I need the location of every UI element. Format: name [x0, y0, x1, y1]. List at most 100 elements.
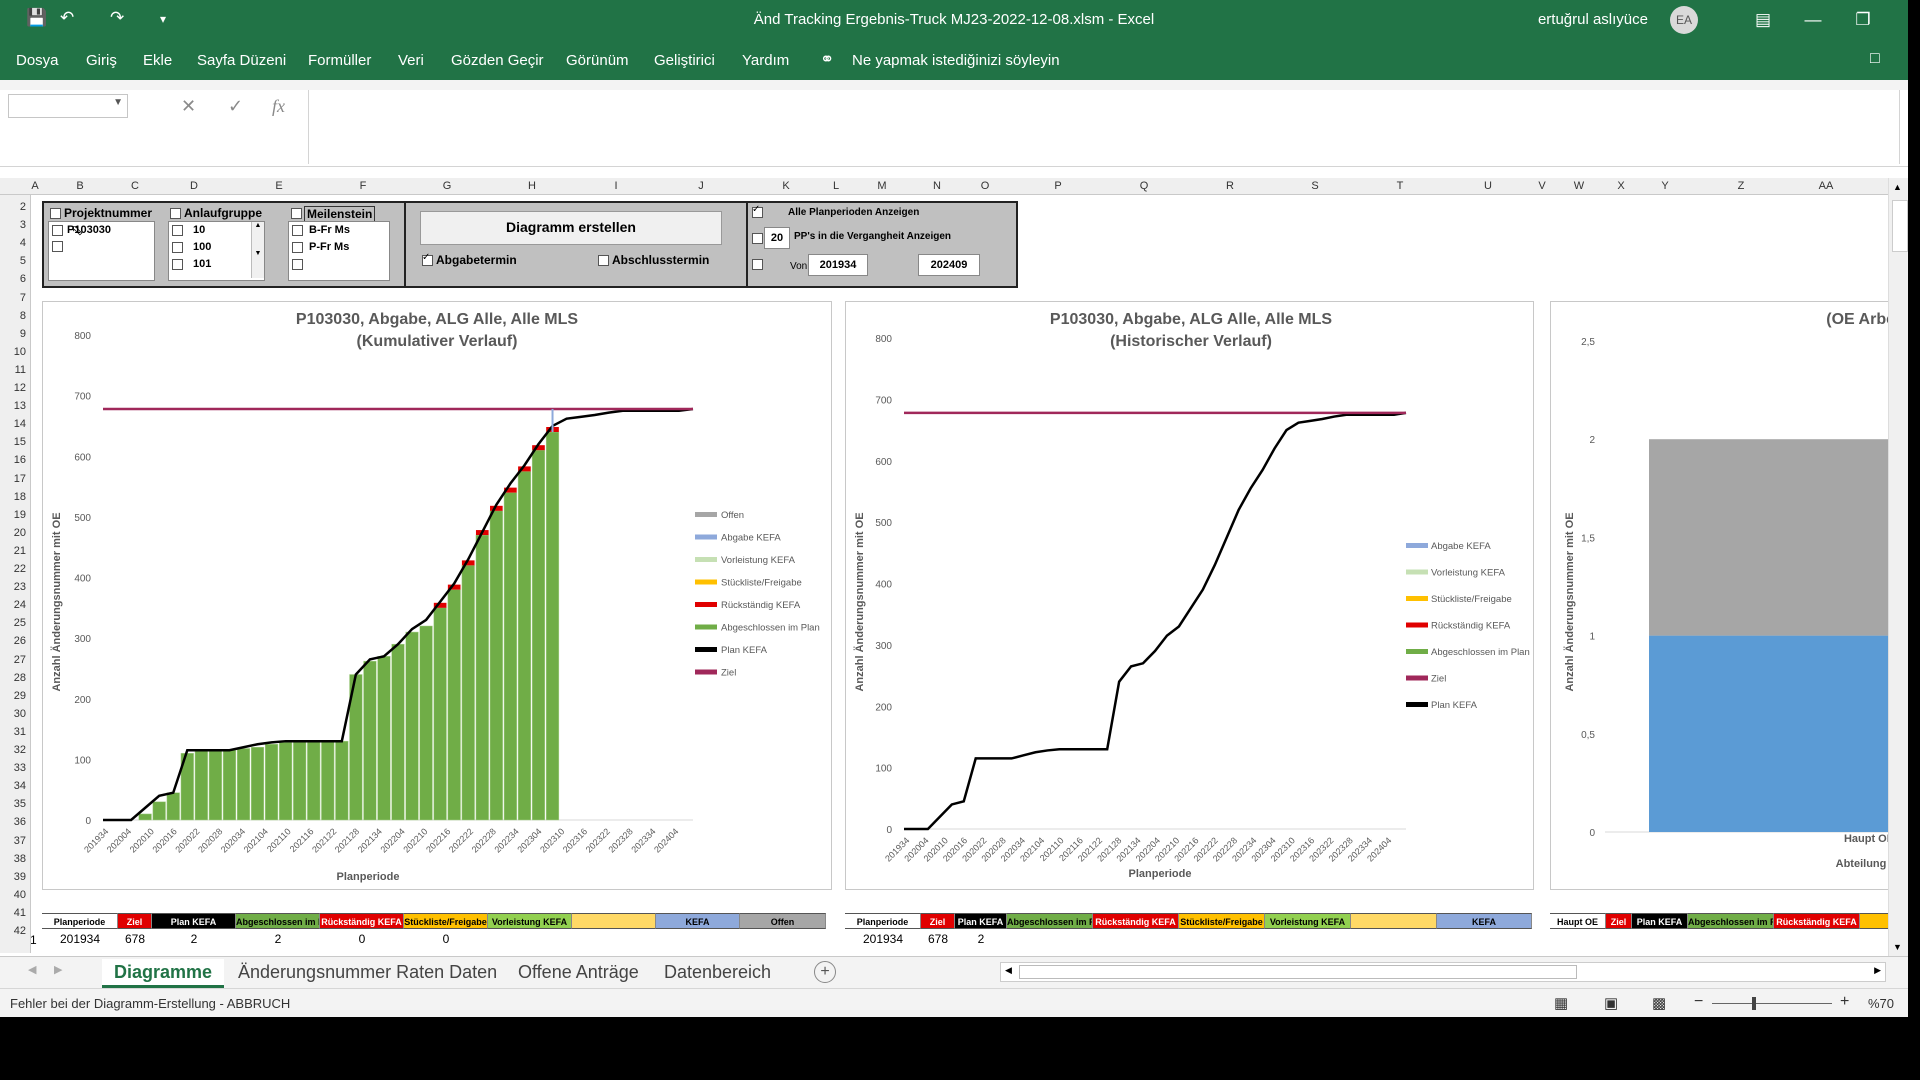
table-cell[interactable]: 678	[118, 931, 152, 947]
row-header[interactable]: 37	[14, 835, 26, 847]
scroll-down-icon[interactable]: ▼	[1893, 942, 1902, 952]
page-layout-icon[interactable]: ▣	[1604, 994, 1618, 1012]
row-header[interactable]: 21	[14, 545, 26, 557]
meilenstein-item[interactable]: P-Fr Ms	[309, 241, 349, 253]
projektnummer-checkbox[interactable]	[50, 208, 61, 219]
chart-historisch[interactable]: P103030, Abgabe, ALG Alle, Alle MLS (His…	[845, 301, 1534, 890]
tab-datenbereich[interactable]: Datenbereich	[664, 959, 771, 985]
comments-icon[interactable]: □	[1870, 50, 1880, 68]
row-header[interactable]: 19	[14, 509, 26, 521]
column-header[interactable]: I	[614, 180, 617, 192]
projektnummer-list[interactable]: P103030 ⬁	[48, 221, 155, 281]
menu-formuller[interactable]: Formüller	[308, 52, 371, 69]
row-header[interactable]: 26	[14, 635, 26, 647]
table-cell[interactable]: 0	[320, 931, 404, 947]
row-header[interactable]: 39	[14, 871, 26, 883]
row-header[interactable]: 7	[20, 292, 26, 304]
scroll-right-icon[interactable]: ▶	[1874, 965, 1881, 976]
column-header[interactable]: F	[360, 180, 367, 192]
column-header[interactable]: L	[833, 180, 839, 192]
column-header[interactable]: P	[1054, 180, 1061, 192]
column-header[interactable]: O	[981, 180, 990, 192]
column-header[interactable]: R	[1226, 180, 1234, 192]
row-header[interactable]: 11	[15, 364, 26, 376]
row-header[interactable]: 38	[14, 853, 26, 865]
column-header[interactable]: Z	[1738, 180, 1745, 192]
tab-aenderungsnummer-raten-daten[interactable]: Änderungsnummer Raten Daten	[238, 959, 497, 985]
zoom-level[interactable]: %70	[1868, 996, 1894, 1011]
row-header[interactable]: 23	[14, 581, 26, 593]
meilenstein-item-checkbox[interactable]	[292, 225, 303, 236]
bis-input[interactable]: 202409	[918, 254, 980, 276]
projektnummer-item-checkbox[interactable]	[52, 241, 63, 252]
row-header[interactable]: 34	[14, 780, 26, 792]
row-header[interactable]: 35	[14, 798, 26, 810]
menu-gozden-gecir[interactable]: Gözden Geçir	[451, 52, 544, 69]
table-cell[interactable]	[1093, 931, 1179, 947]
row-header[interactable]: 22	[14, 563, 26, 575]
meilenstein-item[interactable]: B-Fr Ms	[309, 224, 350, 236]
menu-gelistirici[interactable]: Geliştirici	[654, 52, 715, 69]
row-header[interactable]: 10	[14, 346, 26, 358]
meilenstein-checkbox[interactable]	[291, 208, 302, 219]
column-header[interactable]: Q	[1140, 180, 1149, 192]
row-header[interactable]: 13	[14, 400, 26, 412]
row-header[interactable]: 15	[14, 436, 26, 448]
row-header[interactable]: 28	[14, 672, 26, 684]
table-cell[interactable]: 201934	[42, 931, 118, 947]
confirm-formula-icon[interactable]: ✓	[228, 96, 243, 117]
row-header[interactable]: 20	[14, 527, 26, 539]
table-cell[interactable]: 0	[404, 931, 488, 947]
table-cell[interactable]: 2	[236, 931, 320, 947]
abschlusstermin-checkbox[interactable]	[598, 255, 609, 266]
horizontal-scrollbar[interactable]: ◀ ▶	[1000, 962, 1886, 982]
projektnummer-item-checkbox[interactable]	[52, 225, 63, 236]
row-header[interactable]: 29	[14, 690, 26, 702]
name-box[interactable]: ▼	[8, 94, 128, 118]
table-cell[interactable]	[1179, 931, 1265, 947]
table-cell[interactable]: 201934	[845, 931, 921, 947]
von-checkbox[interactable]	[752, 259, 763, 270]
column-header[interactable]: B	[76, 180, 83, 192]
menu-gorunum[interactable]: Görünüm	[566, 52, 629, 69]
anlaufgruppe-item-checkbox[interactable]	[172, 225, 183, 236]
column-header[interactable]: J	[698, 180, 704, 192]
row-header[interactable]: 32	[14, 744, 26, 756]
minimize-icon[interactable]: —	[1788, 4, 1838, 36]
column-header[interactable]: G	[443, 180, 452, 192]
formula-input[interactable]	[308, 90, 1900, 164]
menu-yardim[interactable]: Yardım	[742, 52, 789, 69]
chart-oe-arbeit[interactable]: (OE Arbe Anzahl Änderungsnummer mit OE A…	[1550, 301, 1888, 890]
row-header[interactable]: 9	[20, 328, 26, 340]
table-cell[interactable]	[572, 931, 656, 947]
anlaufgruppe-checkbox[interactable]	[170, 208, 181, 219]
table-cell[interactable]	[656, 931, 740, 947]
column-header[interactable]: K	[782, 180, 789, 192]
close-icon[interactable]: ✕	[1888, 4, 1908, 36]
zoom-in-icon[interactable]: +	[1840, 993, 1849, 1011]
name-box-dropdown-icon[interactable]: ▼	[113, 97, 123, 108]
scroll-up-icon[interactable]: ▲	[1893, 182, 1902, 192]
menu-giris[interactable]: Giriş	[86, 52, 117, 69]
anlaufgruppe-item-checkbox[interactable]	[172, 259, 183, 270]
tab-prev-icon[interactable]: ◀	[28, 963, 36, 976]
user-name[interactable]: ertuğrul aslıyüce	[1538, 11, 1648, 28]
add-sheet-icon[interactable]: +	[814, 961, 836, 983]
row-header[interactable]: 30	[14, 708, 26, 720]
row-header[interactable]: 24	[14, 599, 26, 611]
column-header[interactable]: AA	[1819, 180, 1834, 192]
column-header[interactable]: A	[31, 180, 38, 192]
chart-kumulativ[interactable]: P103030, Abgabe, ALG Alle, Alle MLS (Kum…	[42, 301, 832, 890]
row-header[interactable]: 40	[14, 889, 26, 901]
avatar[interactable]: EA	[1670, 6, 1698, 34]
column-header[interactable]: V	[1538, 180, 1545, 192]
scroll-left-icon[interactable]: ◀	[1005, 965, 1012, 976]
row-header[interactable]: 3	[20, 219, 26, 231]
row-header[interactable]: 2	[20, 201, 26, 213]
worksheet[interactable]: Projektnummer P103030 ⬁ Anlaufgruppe 10 …	[31, 195, 1888, 953]
von-input[interactable]: 201934	[808, 254, 868, 276]
column-header[interactable]: U	[1484, 180, 1492, 192]
column-header[interactable]: Y	[1661, 180, 1668, 192]
table-cell[interactable]	[488, 931, 572, 947]
table-cell[interactable]: 2	[955, 931, 1007, 947]
